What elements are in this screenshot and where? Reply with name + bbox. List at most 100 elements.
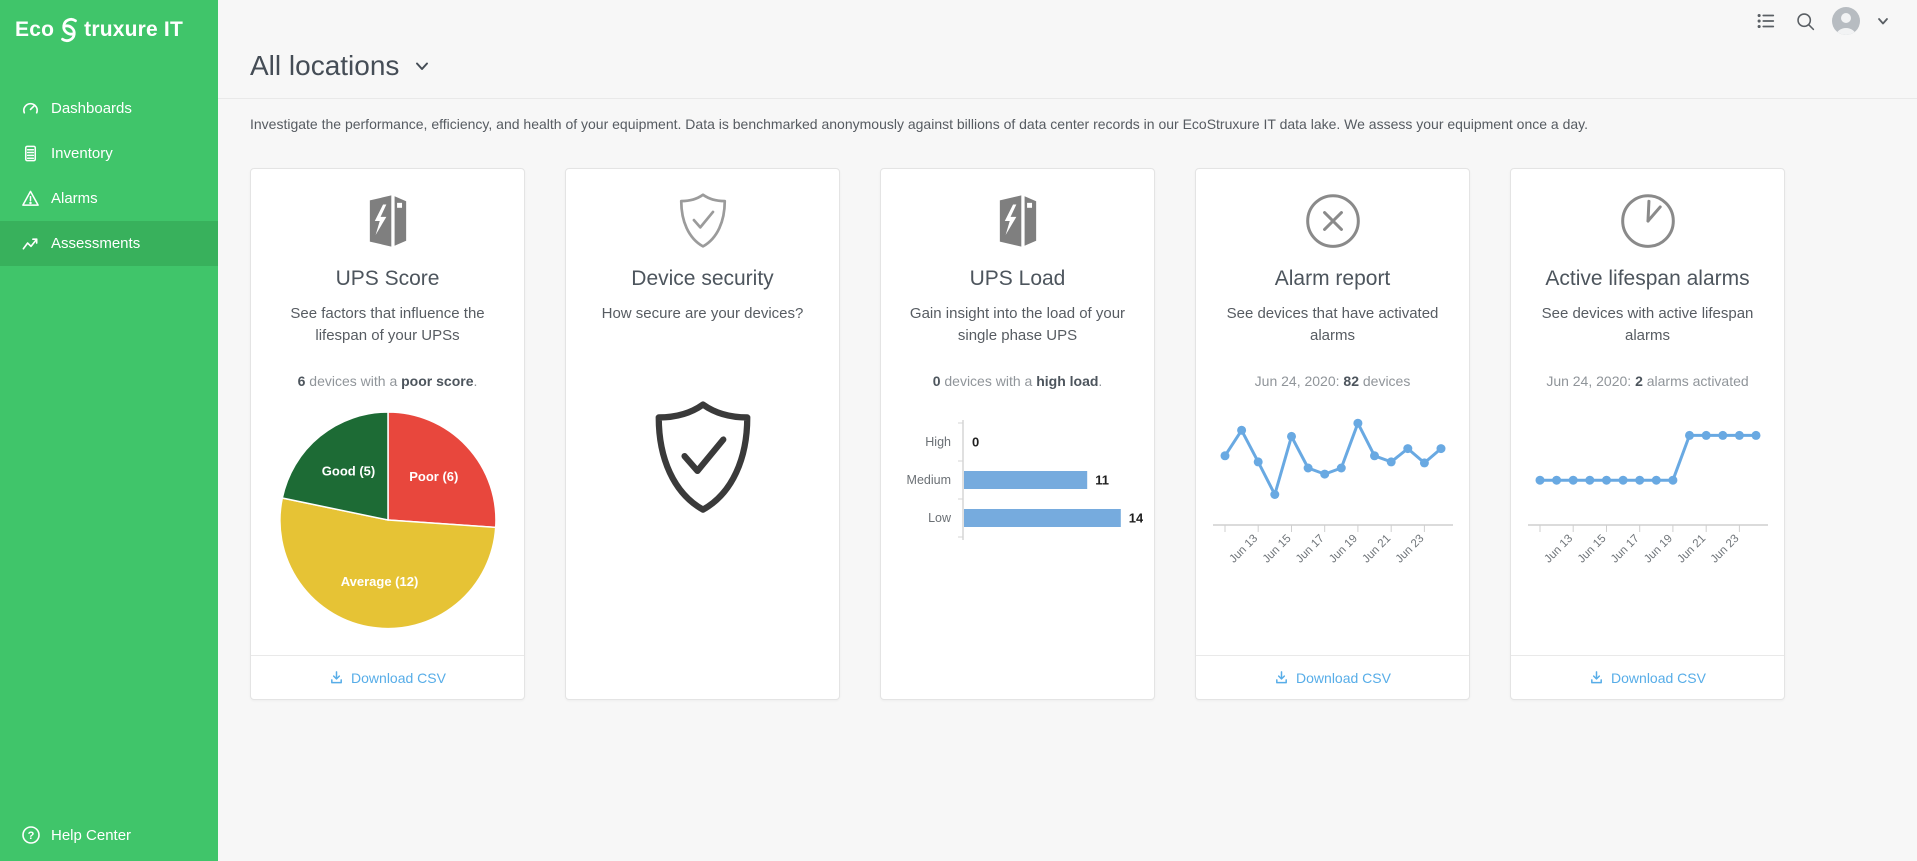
pie-slice-label: Average (12) <box>340 574 418 589</box>
line-point <box>1651 475 1660 484</box>
alarms-warning-icon <box>21 189 40 208</box>
topbar <box>1754 7 1891 35</box>
alarm-report-line-chart: Jun 13Jun 15Jun 17Jun 19Jun 21Jun 23 <box>1196 403 1469 570</box>
line-point <box>1436 444 1445 453</box>
line-point <box>1718 430 1727 439</box>
lifespan-alarms-line-chart: Jun 13Jun 15Jun 17Jun 19Jun 21Jun 23 <box>1511 403 1784 570</box>
line-point <box>1535 475 1544 484</box>
line-point <box>1303 463 1312 472</box>
x-axis-label: Jun 19 <box>1327 532 1360 564</box>
x-axis-label: Jun 19 <box>1642 532 1675 564</box>
line-point <box>1568 475 1577 484</box>
bar <box>964 471 1087 489</box>
sidebar-item-assessments[interactable]: Assessments <box>0 221 218 266</box>
x-axis-label: Jun 21 <box>1675 532 1708 564</box>
line-point <box>1370 451 1379 460</box>
dashboards-gauge-icon <box>21 99 40 118</box>
help-center-link[interactable]: ? Help Center <box>0 809 218 861</box>
ecostruxure-swirl-icon <box>57 16 81 44</box>
sidebar-item-dashboards[interactable]: Dashboards <box>0 86 218 131</box>
bar <box>964 509 1121 527</box>
shield-check-icon <box>566 189 839 253</box>
card-status: 0 devices with a high load. <box>881 373 1154 389</box>
line-point <box>1618 475 1627 484</box>
download-csv-link[interactable]: Download CSV <box>251 655 524 699</box>
card-subtitle: How secure are your devices? <box>566 303 839 325</box>
card-status: Jun 24, 2020: 2 alarms activated <box>1511 373 1784 389</box>
card-title: UPS Load <box>881 267 1154 291</box>
download-csv-link[interactable]: Download CSV <box>1196 655 1469 699</box>
x-axis-label: Jun 13 <box>1227 532 1260 564</box>
line-point <box>1353 418 1362 427</box>
download-csv-label: Download CSV <box>351 670 446 686</box>
shield-check-large-icon <box>566 397 839 524</box>
sidebar-item-label: Alarms <box>51 190 98 207</box>
card-ups-score[interactable]: UPS Score See factors that influence the… <box>250 168 525 700</box>
main-content: All locations Investigate the performanc… <box>218 0 1917 861</box>
card-device-security[interactable]: Device security How secure are your devi… <box>565 168 840 700</box>
download-icon <box>329 670 344 685</box>
sidebar-item-label: Dashboards <box>51 100 132 117</box>
task-list-icon[interactable] <box>1754 9 1778 33</box>
line-point <box>1220 451 1229 460</box>
line-point <box>1585 475 1594 484</box>
card-active-lifespan-alarms[interactable]: Active lifespan alarms See devices with … <box>1510 168 1785 700</box>
card-ups-load[interactable]: UPS Load Gain insight into the load of y… <box>880 168 1155 700</box>
card-status: Jun 24, 2020: 82 devices <box>1196 373 1469 389</box>
bar-category-label: Low <box>928 511 952 525</box>
card-title: UPS Score <box>251 267 524 291</box>
x-axis-label: Jun 21 <box>1360 532 1393 564</box>
line-point <box>1403 444 1412 453</box>
ups-load-bar-chart: High0Medium11Low14 <box>881 415 1154 552</box>
sidebar-item-label: Assessments <box>51 235 140 252</box>
card-title: Device security <box>566 267 839 291</box>
line-point <box>1336 463 1345 472</box>
card-title: Active lifespan alarms <box>1511 267 1784 291</box>
logo-text-truxure: truxure IT <box>84 18 183 42</box>
x-axis-label: Jun 15 <box>1575 532 1608 564</box>
pie-slice-label: Good (5) <box>321 463 374 478</box>
help-center-label: Help Center <box>51 827 131 844</box>
x-axis-label: Jun 15 <box>1260 532 1293 564</box>
x-axis-label: Jun 23 <box>1393 532 1426 564</box>
download-icon <box>1589 670 1604 685</box>
line-point <box>1751 430 1760 439</box>
x-axis-label: Jun 17 <box>1293 532 1326 564</box>
card-subtitle: See devices with active lifespan alarms <box>1511 303 1784 347</box>
assessment-cards: UPS Score See factors that influence the… <box>218 132 1917 700</box>
app-logo: Eco truxure IT <box>0 0 218 44</box>
x-axis-label: Jun 13 <box>1542 532 1575 564</box>
bar-category-label: High <box>925 435 951 449</box>
card-alarm-report[interactable]: Alarm report See devices that have activ… <box>1195 168 1470 700</box>
card-subtitle: See factors that influence the lifespan … <box>251 303 524 347</box>
line-point <box>1253 457 1262 466</box>
card-subtitle: Gain insight into the load of your singl… <box>881 303 1154 347</box>
download-csv-link[interactable]: Download CSV <box>1511 655 1784 699</box>
download-icon <box>1274 670 1289 685</box>
bar-value-label: 14 <box>1128 510 1142 525</box>
circle-x-icon <box>1196 189 1469 253</box>
ups-score-pie-chart: Poor (6)Average (12)Good (5) <box>251 399 524 646</box>
line-point <box>1419 458 1428 467</box>
logo-text-eco: Eco <box>15 18 54 42</box>
bar-value-label: 0 <box>972 434 979 449</box>
ups-device-icon <box>881 189 1154 253</box>
sidebar: Eco truxure IT Dashboards <box>0 0 218 861</box>
line-point <box>1237 425 1246 434</box>
page-description: Investigate the performance, efficiency,… <box>218 99 1917 132</box>
sidebar-item-inventory[interactable]: Inventory <box>0 131 218 176</box>
search-icon[interactable] <box>1793 9 1817 33</box>
location-selector[interactable]: All locations <box>250 50 431 82</box>
assessments-trend-icon <box>21 234 40 253</box>
line-point <box>1668 475 1677 484</box>
sidebar-item-alarms[interactable]: Alarms <box>0 176 218 221</box>
account-chevron-down-icon[interactable] <box>1875 9 1891 33</box>
line-point <box>1270 490 1279 499</box>
sidebar-nav: Dashboards Inventory Alarms <box>0 86 218 266</box>
line-point <box>1635 475 1644 484</box>
help-question-icon: ? <box>21 825 41 845</box>
card-status: 6 devices with a poor score. <box>251 373 524 389</box>
avatar[interactable] <box>1832 7 1860 35</box>
inventory-stack-icon <box>21 144 40 163</box>
line-point <box>1701 430 1710 439</box>
